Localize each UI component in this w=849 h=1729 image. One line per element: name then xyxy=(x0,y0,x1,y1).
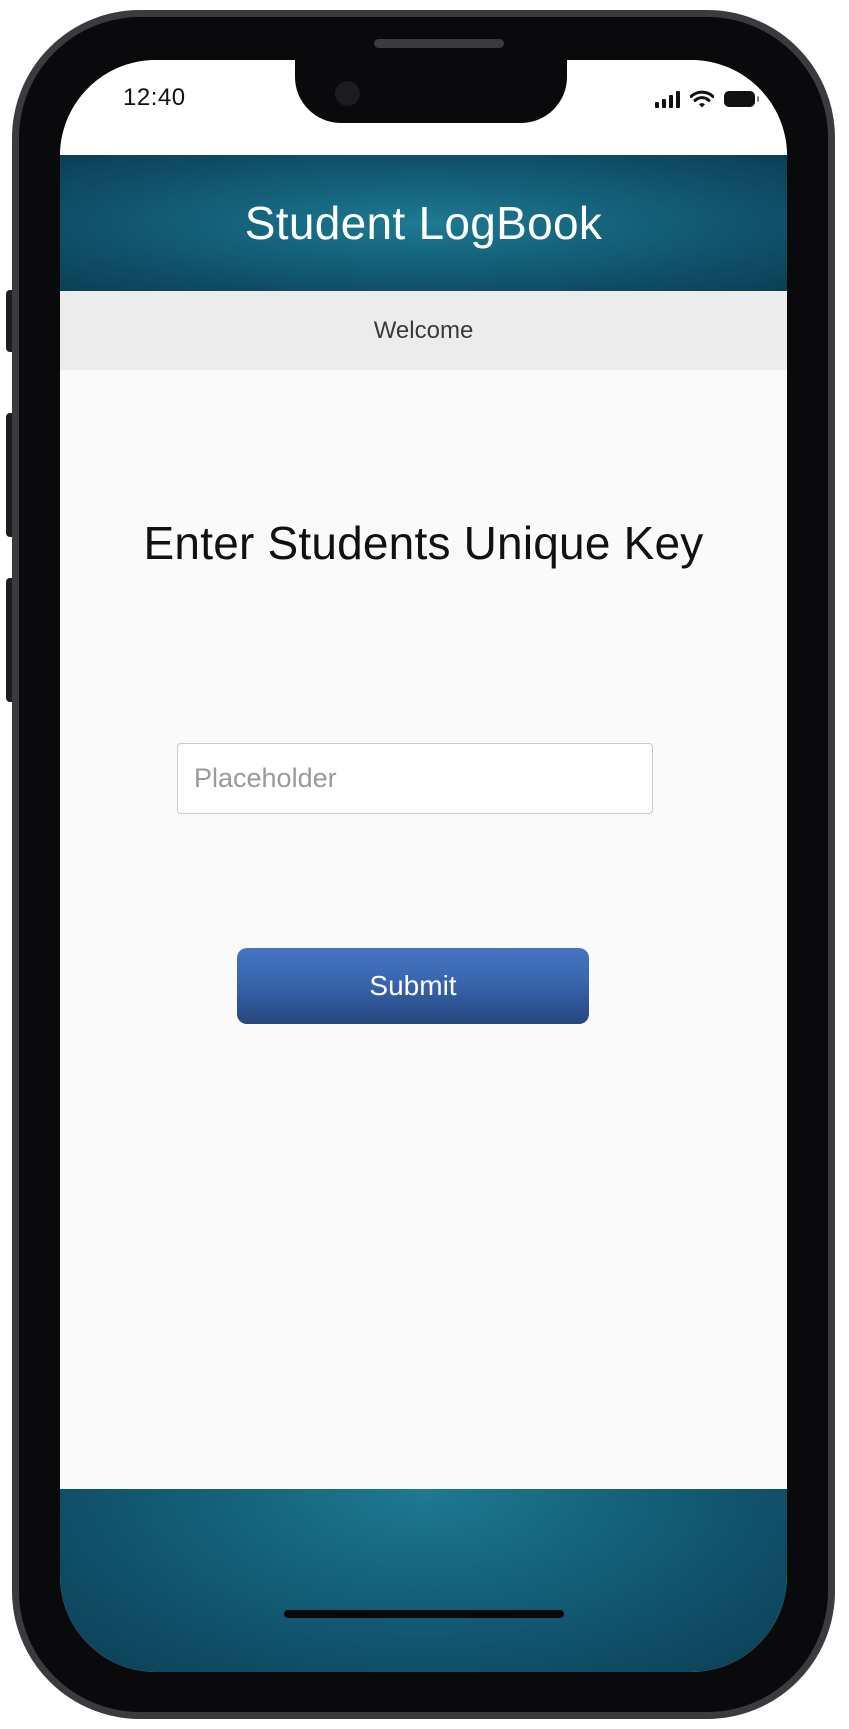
submit-button[interactable]: Submit xyxy=(237,948,589,1024)
app-title: Student LogBook xyxy=(244,197,603,249)
app-footer xyxy=(60,1489,787,1672)
welcome-label: Welcome xyxy=(373,316,474,344)
home-indicator[interactable] xyxy=(284,1610,564,1618)
front-camera-icon xyxy=(335,81,360,106)
unique-key-prompt: Enter Students Unique Key xyxy=(143,517,704,569)
speaker-grille xyxy=(374,39,504,48)
phone-screen: 12:40 Student LogBook Welcome Enter Stud… xyxy=(60,60,787,1672)
status-time: 12:40 xyxy=(123,84,186,111)
status-icons xyxy=(655,90,759,108)
camera-notch xyxy=(295,60,567,123)
cellular-signal-icon xyxy=(655,90,680,108)
unique-key-input[interactable] xyxy=(177,743,653,814)
wifi-icon xyxy=(690,90,714,108)
device-stage: 12:40 Student LogBook Welcome Enter Stud… xyxy=(0,0,849,1729)
welcome-bar: Welcome xyxy=(60,291,787,370)
battery-icon xyxy=(724,91,759,107)
phone-frame: 12:40 Student LogBook Welcome Enter Stud… xyxy=(12,10,835,1719)
app-header: Student LogBook xyxy=(60,155,787,291)
